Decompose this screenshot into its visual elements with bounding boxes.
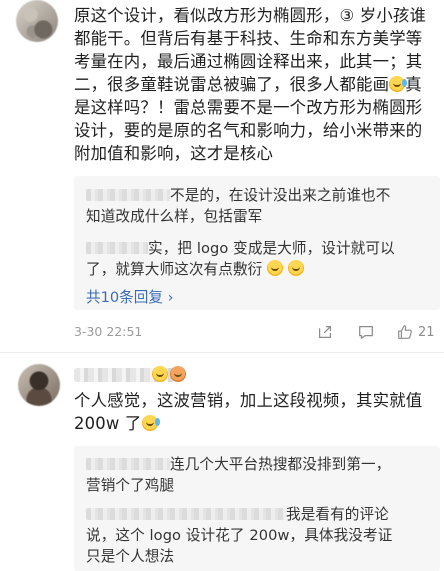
reply-username-blurred <box>86 508 286 520</box>
reply-text: 了，就算大师这次有点敷衍 <box>86 261 263 278</box>
comment-line: 200w 了 <box>74 414 142 433</box>
reply-item[interactable]: 不是的，在设计没出来之前谁也不 知道改成什么样，包括雷军 <box>86 185 436 227</box>
reply-text: 连几个大平台热搜都没排到第一， <box>170 456 391 473</box>
comment-button[interactable] <box>357 323 375 341</box>
see-all-replies-link[interactable]: 共10条回复 › <box>86 286 173 307</box>
like-button[interactable]: 21 <box>396 323 435 341</box>
comment-line: 附加值和影响，这才是核心 <box>74 144 274 163</box>
comment-line: 二，很多童鞋说雷总被骗了，很多人都能画 <box>74 75 390 94</box>
laugh-cry-emoji-icon <box>141 415 160 431</box>
comment-line: 考量在内，最后通过椭圆诠释出来，此其一；其 <box>74 52 423 71</box>
like-icon <box>398 325 412 339</box>
share-icon <box>318 325 332 339</box>
reply-item[interactable]: 我是看有的评论 说，这个 logo 设计花了 200w，具体我没考证 只是个人想… <box>86 504 436 567</box>
reply-text: 知道改成什么样，包括雷军 <box>86 208 263 225</box>
reply-username-blurred <box>86 242 148 254</box>
comment-line: 个人感觉，这波营销，加上这段视频，其实就值 <box>74 391 423 410</box>
comment-text: 原这个设计，看似改方形为椭圆形，③ 岁小孩谁 都能干。但背后有基于科技、生命和东… <box>74 4 440 165</box>
comment-text: 个人感觉，这波营销，加上这段视频，其实就值 200w 了 <box>74 389 440 435</box>
sweat-emoji-icon <box>267 260 284 276</box>
avatar[interactable] <box>18 364 60 406</box>
reply-text: 实，把 logo 变成是大师，设计就可以 <box>148 240 395 257</box>
comment-line-suffix: 真 <box>405 75 422 94</box>
laugh-cry-emoji-icon <box>389 76 408 92</box>
share-button[interactable] <box>316 323 334 341</box>
smile-emoji-icon <box>287 260 304 276</box>
reply-item[interactable]: 连几个大平台热搜都没排到第一， 营销个了鸡腿 <box>86 454 436 496</box>
comment-line-with-emoji: 二，很多童鞋说雷总被骗了，很多人都能画真 <box>74 73 440 96</box>
reply-text: 说，这个 logo 设计花了 200w，具体我没考证 <box>86 527 393 544</box>
divider <box>0 352 444 353</box>
comment-line: 都能干。但背后有基于科技、生命和东方美学等 <box>74 29 423 48</box>
avatar[interactable] <box>16 0 58 42</box>
reply-text: 不是的，在设计没出来之前谁也不 <box>170 187 391 204</box>
comment-icon <box>359 325 373 339</box>
comment-line: 是这样吗？！雷总需要不是一个改方形为椭圆形 <box>74 98 423 117</box>
reply-username-blurred <box>86 189 170 201</box>
emoji-badge-icon <box>152 366 168 382</box>
comment-date: 3-30 22:51 <box>74 324 143 339</box>
comment-line: 设计，要的是原的名气和影响力，给小米带来的 <box>74 121 423 140</box>
emoji-badge-icon <box>170 366 186 382</box>
chevron-right-icon: › <box>167 289 174 306</box>
reply-item[interactable]: 实，把 logo 变成是大师，设计就可以 了，就算大师这次有点敷衍 <box>86 238 436 280</box>
reply-text: 我是看有的评论 <box>286 506 389 523</box>
see-all-replies-label: 共10条回复 <box>86 289 163 306</box>
like-count: 21 <box>418 324 435 340</box>
reply-username-blurred <box>86 458 170 470</box>
comment-line: 原这个设计，看似改方形为椭圆形，③ 岁小孩谁 <box>74 6 427 25</box>
reply-text: 只是个人想法 <box>86 548 175 565</box>
reply-text: 营销个了鸡腿 <box>86 477 175 494</box>
